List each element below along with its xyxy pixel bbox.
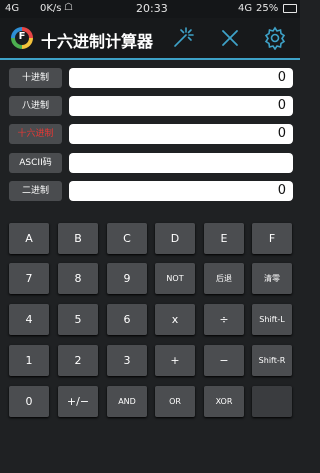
hex-label-button[interactable]: 十六进制 (9, 124, 62, 144)
key-AND[interactable]: AND (107, 386, 147, 417)
key-4[interactable]: 4 (9, 304, 49, 335)
key-F[interactable]: F (252, 223, 292, 254)
key-8[interactable]: 8 (58, 263, 98, 294)
hex-value-field[interactable]: 0 (69, 124, 293, 144)
title-bar: F 十六进制计算器 (0, 18, 300, 60)
key-B[interactable]: B (58, 223, 98, 254)
app-title: 十六进制计算器 (41, 32, 154, 51)
battery-icon (283, 4, 297, 13)
sparkle-tool-icon[interactable] (171, 26, 195, 50)
octal-value-field[interactable]: 0 (69, 96, 293, 116)
key-A[interactable]: A (9, 223, 49, 254)
key-3[interactable]: 3 (107, 345, 147, 376)
key-NOT[interactable]: NOT (155, 263, 195, 294)
key-OR[interactable]: OR (155, 386, 195, 417)
key-r3c3[interactable]: + (155, 345, 195, 376)
key-E[interactable]: E (204, 223, 244, 254)
octal-label-button[interactable]: 八进制 (9, 96, 62, 116)
key-XOR[interactable]: XOR (204, 386, 244, 417)
key-6[interactable]: 6 (107, 304, 147, 335)
binary-label-button[interactable]: 二进制 (9, 181, 62, 201)
decimal-label-button[interactable]: 十进制 (9, 68, 62, 88)
key-r1c4[interactable]: 后退 (204, 263, 244, 294)
decimal-value-field[interactable]: 0 (69, 68, 293, 88)
ascii-value-field[interactable] (69, 153, 293, 173)
key-5[interactable]: 5 (58, 304, 98, 335)
key-D[interactable]: D (155, 223, 195, 254)
key-x[interactable]: x (155, 304, 195, 335)
clock: 20:33 (136, 2, 168, 15)
key-r1c5[interactable]: 清零 (252, 263, 292, 294)
close-icon[interactable] (218, 26, 242, 50)
key-C[interactable]: C (107, 223, 147, 254)
key-r3c4[interactable]: − (204, 345, 244, 376)
key-r2c4[interactable]: ÷ (204, 304, 244, 335)
key-7[interactable]: 7 (9, 263, 49, 294)
key-ShiftR[interactable]: Shift-R (252, 345, 292, 376)
binary-value-field[interactable]: 0 (69, 181, 293, 201)
key-ShiftL[interactable]: Shift-L (252, 304, 292, 335)
network-type: 4G (238, 3, 253, 14)
network-speed: 0K/s (40, 3, 62, 14)
settings-gear-icon[interactable] (263, 26, 287, 50)
key-0[interactable]: 0 (9, 386, 49, 417)
status-bar: 4G 0K/s ☖ 20:33 4G 25% (0, 0, 300, 18)
key-1[interactable]: 1 (9, 345, 49, 376)
key-9[interactable]: 9 (107, 263, 147, 294)
battery-level: 25% (256, 3, 279, 14)
notification-icon: ☖ (64, 2, 73, 13)
signal-indicator: 4G (5, 3, 20, 14)
key-2[interactable]: 2 (58, 345, 98, 376)
app-logo-icon: F (11, 27, 33, 49)
ascii-label-button[interactable]: ASCII码 (9, 153, 62, 173)
key-r4c1[interactable]: +/− (58, 386, 98, 417)
key-blank (252, 386, 292, 417)
